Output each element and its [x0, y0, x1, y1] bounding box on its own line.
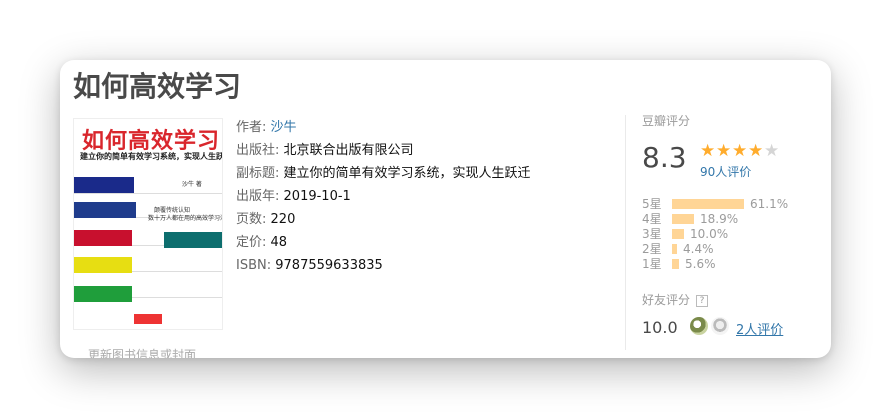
info-pages: 页数: 220: [236, 212, 296, 227]
dist-row: 2星 4.4%: [642, 241, 714, 257]
rating-panel: 豆瓣评分 8.3 ★ ★ ★ ★ ★ 90人评价 5星 61.1% 4星 18.…: [642, 112, 822, 338]
friend-avatar[interactable]: [711, 317, 729, 335]
dist-row: 1星 5.6%: [642, 256, 716, 272]
info-subtitle: 副标题: 建立你的简单有效学习系统，实现人生跃迁: [236, 166, 531, 181]
cover-subtitle: 建立你的简单有效学习系统，实现人生跃迁: [80, 152, 223, 161]
dist-bar: [672, 243, 677, 254]
rating-score: 8.3: [642, 141, 687, 174]
rating-label: 豆瓣评分: [642, 114, 691, 128]
cover-tag-green: [74, 286, 132, 302]
page-title: 如何高效学习: [73, 70, 242, 103]
star-icon: ★: [732, 141, 748, 161]
dist-bar: [672, 213, 694, 224]
author-link[interactable]: 沙牛: [271, 120, 297, 135]
dist-bar: [672, 258, 679, 269]
cover-tag-red: [74, 230, 132, 246]
divider: [625, 115, 626, 350]
cover-line: [74, 193, 222, 194]
update-cover-link[interactable]: 更新图书信息或封面: [88, 346, 196, 358]
book-cover[interactable]: 如何高效学习 建立你的简单有效学习系统，实现人生跃迁 沙牛 著 颠覆传统认知 数…: [73, 118, 223, 330]
info-publisher: 出版社: 北京联合出版有限公司: [236, 143, 414, 158]
cover-tag-navy: [74, 202, 136, 218]
star-icon: ★: [764, 141, 780, 161]
cover-tag-yellow: [74, 257, 132, 273]
info-pubyear: 出版年: 2019-10-1: [236, 189, 351, 204]
cover-author: 沙牛 著: [182, 181, 202, 188]
dist-row: 5星 61.1%: [642, 196, 789, 212]
info-isbn: ISBN: 9787559633835: [236, 258, 383, 273]
friend-score: 10.0: [642, 318, 678, 337]
cover-tag-teal: [164, 232, 222, 248]
friend-count-link[interactable]: 2人评价: [736, 319, 783, 338]
dist-bar: [672, 228, 684, 239]
rating-distribution: 5星 61.1% 4星 18.9% 3星 10.0% 2星 4.4% 1星 5.…: [642, 196, 789, 272]
info-price: 定价: 48: [236, 235, 288, 250]
friend-rating-label: 好友评分?: [642, 291, 709, 308]
dist-bar: [672, 198, 744, 209]
book-card: 如何高效学习 如何高效学习 建立你的简单有效学习系统，实现人生跃迁 沙牛 著 颠…: [60, 60, 831, 358]
help-icon[interactable]: ?: [696, 295, 709, 307]
dist-row: 4星 18.9%: [642, 211, 739, 227]
rating-stars: ★ ★ ★ ★ ★: [700, 143, 780, 160]
rating-count-link[interactable]: 90人评价: [700, 163, 751, 180]
star-icon: ★: [748, 141, 764, 161]
star-icon: ★: [716, 141, 732, 161]
dist-row: 3星 10.0%: [642, 226, 729, 242]
friend-avatar[interactable]: [690, 317, 708, 335]
book-info: 作者: 沙牛 出版社: 北京联合出版有限公司 副标题: 建立你的简单有效学习系统…: [236, 116, 531, 277]
info-author: 作者: 沙牛: [236, 120, 297, 135]
cover-blurb-2: 数十万人都在用的高效学习法: [148, 215, 223, 222]
star-icon: ★: [700, 141, 716, 161]
cover-tag-blue: [74, 177, 134, 193]
cover-publisher-logo: [134, 314, 162, 324]
